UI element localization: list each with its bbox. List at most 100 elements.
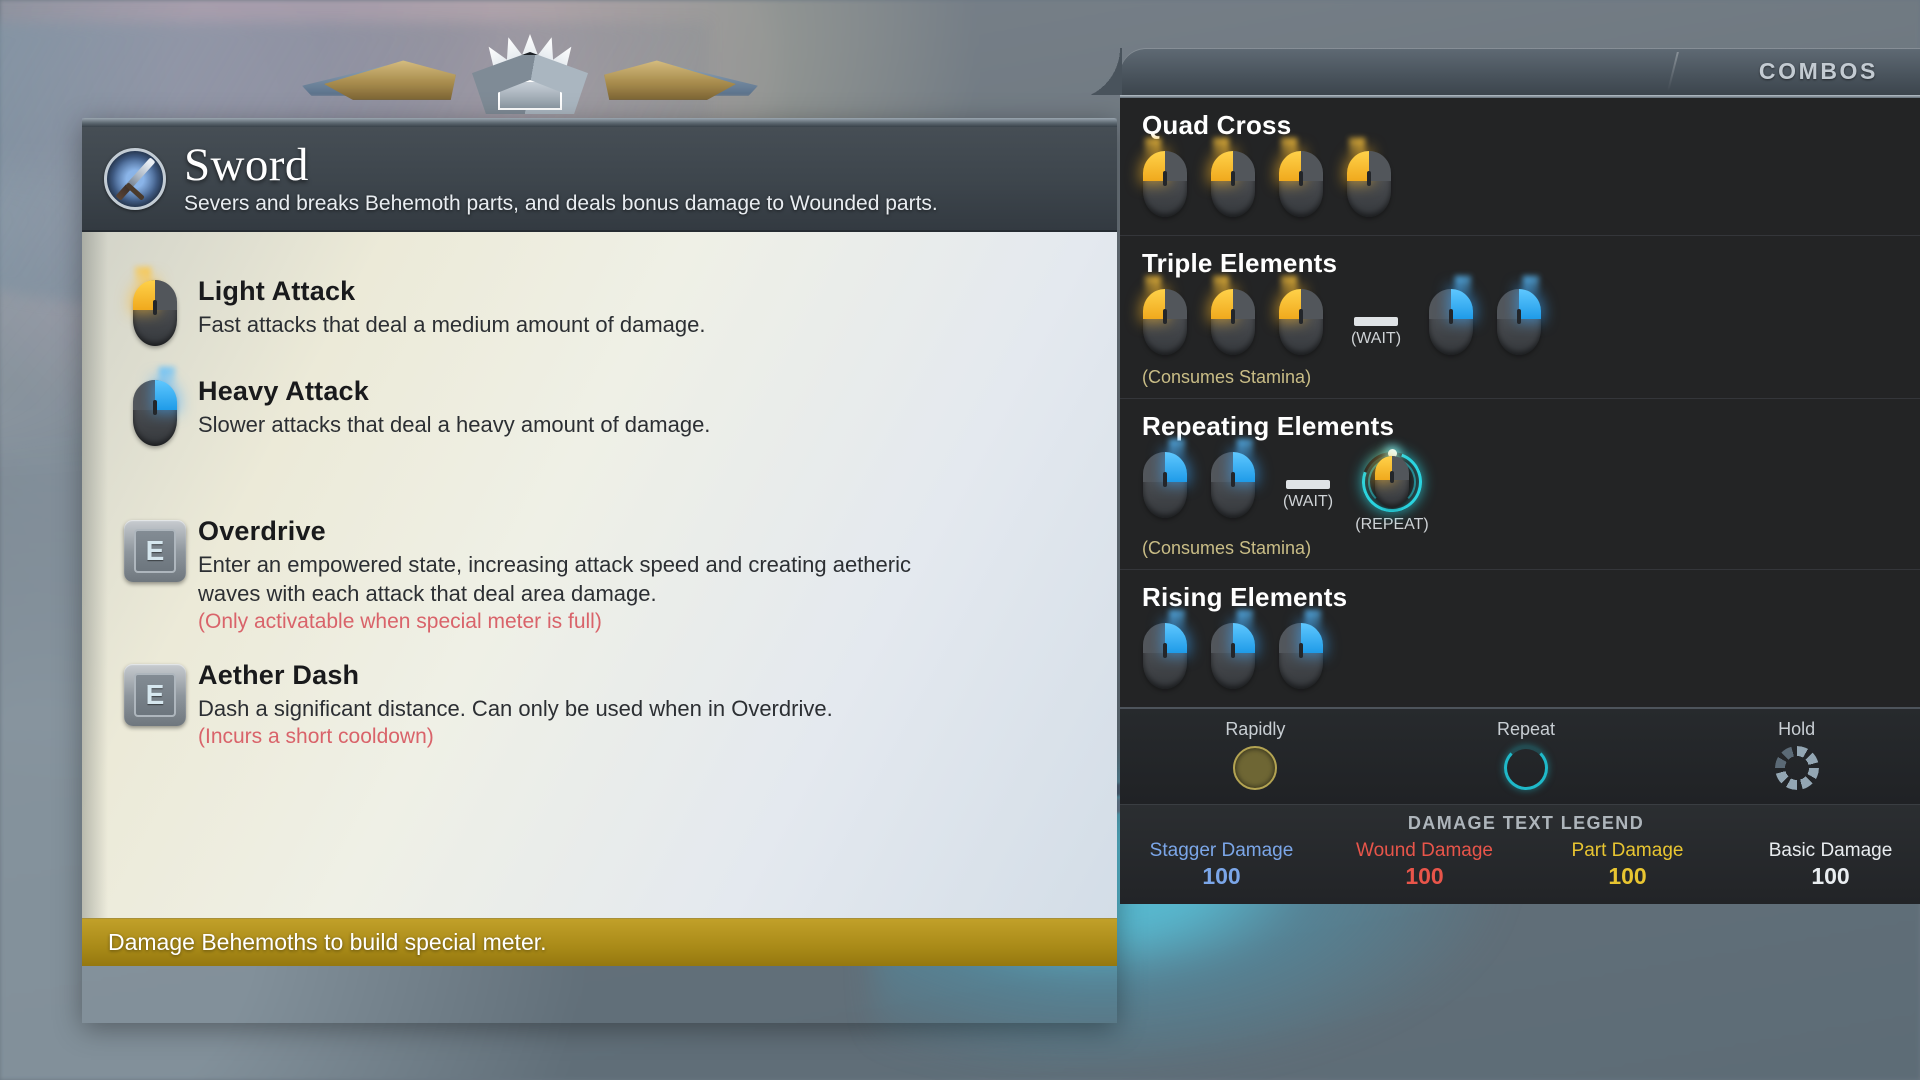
combo-step xyxy=(1278,276,1324,355)
combo-title: Triple Elements xyxy=(1142,248,1338,278)
combo-triple-elements[interactable]: Triple Elements (WAIT) (Consumes Stamina… xyxy=(1120,236,1920,399)
mouse-left-button xyxy=(1347,151,1369,182)
hold-segmented-ring-icon xyxy=(1774,746,1819,790)
mouse-left-click-icon xyxy=(1211,276,1255,355)
key-e-icon: E xyxy=(124,664,186,727)
combo-step-sequence: (WAIT) xyxy=(1142,276,1920,363)
special-meter-hint-text: Damage Behemoths to build special meter. xyxy=(108,929,547,955)
mouse-right-button xyxy=(1369,151,1391,182)
mouse-right-button xyxy=(1165,289,1187,320)
mouse-right-button xyxy=(1451,289,1473,320)
combo-title: Quad Cross xyxy=(1142,110,1292,140)
ability-input-icon xyxy=(112,367,198,446)
mouse-right-click-icon xyxy=(1211,439,1255,518)
combo-step xyxy=(1278,610,1324,689)
damage-legend-row: Stagger Damage 100 Wound Damage 100 Part… xyxy=(1120,840,1920,890)
crest-gold-wing-left-icon xyxy=(324,60,456,100)
mouse-right-button xyxy=(1233,623,1255,654)
combo-step xyxy=(1142,610,1188,689)
damage-legend-label: Part Damage xyxy=(1571,840,1684,861)
mouse-right-click-icon xyxy=(1497,276,1541,355)
tab-divider xyxy=(1667,52,1679,91)
damage-legend-basic: Basic Damage 100 xyxy=(1729,840,1920,890)
damage-legend-value: 100 xyxy=(1608,863,1647,889)
combo-repeating-elements[interactable]: Repeating Elements (WAIT) (REPEAT) (Cons… xyxy=(1120,399,1920,570)
damage-legend-title: DAMAGE TEXT LEGEND xyxy=(1407,813,1645,833)
combo-step-sequence: (WAIT) (REPEAT) xyxy=(1142,439,1920,534)
combo-step-caption: (WAIT) xyxy=(1282,493,1334,510)
combo-quad-cross[interactable]: Quad Cross xyxy=(1120,98,1920,236)
wait-dash-icon xyxy=(1286,480,1330,489)
mouse-right-button xyxy=(1519,289,1541,320)
combos-tab-bar: COMBOS xyxy=(1120,48,1920,95)
combo-step-caption: (WAIT) xyxy=(1350,330,1402,347)
mouse-right-button xyxy=(1165,623,1187,654)
repeat-ring-icon xyxy=(1352,442,1432,522)
damage-legend-value: 100 xyxy=(1811,863,1850,889)
crest-gold-wing-right-icon xyxy=(604,60,736,100)
mouse-right-click-icon xyxy=(1429,276,1473,355)
mouse-left-button xyxy=(1211,289,1233,320)
ability-row-heavy-attack[interactable]: Heavy Attack Slower attacks that deal a … xyxy=(112,367,1087,446)
ability-title: Light Attack xyxy=(198,276,356,306)
combo-stamina-note: (Consumes Stamina) xyxy=(1142,538,1312,558)
mouse-left-button xyxy=(1211,623,1233,654)
ability-note: (Only activatable when special meter is … xyxy=(198,610,602,634)
ability-input-icon: E xyxy=(112,658,198,749)
ability-input-icon: E xyxy=(112,514,198,634)
mouse-right-button xyxy=(1233,151,1255,182)
combo-step xyxy=(1142,276,1188,355)
mouse-left-button xyxy=(1279,623,1301,654)
input-legend-repeat: Repeat xyxy=(1391,719,1662,790)
combo-step xyxy=(1142,138,1188,217)
mouse-left-button xyxy=(1211,151,1233,182)
combo-step-sequence xyxy=(1142,610,1920,697)
combo-step-sequence xyxy=(1142,138,1920,225)
mouse-right-button xyxy=(155,380,177,411)
mouse-left-click-icon xyxy=(1211,138,1255,217)
damage-legend-value: 100 xyxy=(1202,863,1241,889)
combo-step xyxy=(1428,276,1474,355)
mouse-right-click-icon xyxy=(133,367,177,446)
damage-legend-label: Stagger Damage xyxy=(1149,840,1294,861)
mouse-right-click-icon xyxy=(1211,610,1255,689)
weapon-header: Sword Severs and breaks Behemoth parts, … xyxy=(82,127,1117,232)
mouse-left-button xyxy=(1143,623,1165,654)
damage-legend-wound: Wound Damage 100 xyxy=(1323,840,1526,890)
input-legend-hold: Hold xyxy=(1661,719,1920,790)
combo-step-repeat: (REPEAT) xyxy=(1352,442,1432,534)
combos-panel: COMBOS Quad Cross Triple Elements (WAIT)… xyxy=(1120,48,1920,904)
damage-text-legend: DAMAGE TEXT LEGEND Stagger Damage 100 Wo… xyxy=(1120,804,1920,904)
mouse-left-click-icon xyxy=(1347,138,1391,217)
mouse-right-click-icon xyxy=(1279,610,1323,689)
combo-stamina-note: (Consumes Stamina) xyxy=(1142,367,1312,387)
ability-row-aether-dash[interactable]: E Aether Dash Dash a significant distanc… xyxy=(112,658,1087,749)
ability-title: Overdrive xyxy=(198,516,326,546)
weapon-info-panel: Sword Severs and breaks Behemoth parts, … xyxy=(82,118,1117,1023)
special-meter-hint-bar: Damage Behemoths to build special meter. xyxy=(82,918,1117,966)
mouse-left-button xyxy=(1143,289,1165,320)
damage-legend-stagger: Stagger Damage 100 xyxy=(1120,840,1323,890)
mouse-left-click-icon xyxy=(133,267,177,346)
ability-note: (Incurs a short cooldown) xyxy=(198,725,434,749)
combo-step xyxy=(1210,610,1256,689)
ability-row-light-attack[interactable]: Light Attack Fast attacks that deal a me… xyxy=(112,267,1087,346)
mouse-left-button xyxy=(133,280,155,311)
mouse-left-click-icon xyxy=(1279,276,1323,355)
damage-legend-label: Wound Damage xyxy=(1356,840,1493,861)
combo-rising-elements[interactable]: Rising Elements xyxy=(1120,570,1920,707)
mouse-left-button xyxy=(1497,289,1519,320)
tab-combos[interactable]: COMBOS xyxy=(1759,58,1878,85)
combo-step xyxy=(1210,439,1256,518)
combo-step-wait: (WAIT) xyxy=(1346,289,1406,348)
mouse-right-button xyxy=(1165,452,1187,483)
mouse-right-button xyxy=(155,280,177,311)
combo-step xyxy=(1346,138,1392,217)
wait-dash-icon xyxy=(1354,317,1398,326)
panel-top-rail xyxy=(82,118,1117,127)
ability-row-overdrive[interactable]: E Overdrive Enter an empowered state, in… xyxy=(112,514,1087,634)
mouse-right-button xyxy=(1233,452,1255,483)
key-e-label: E xyxy=(134,673,176,718)
mouse-right-button xyxy=(1301,623,1323,654)
mouse-left-button xyxy=(1143,452,1165,483)
